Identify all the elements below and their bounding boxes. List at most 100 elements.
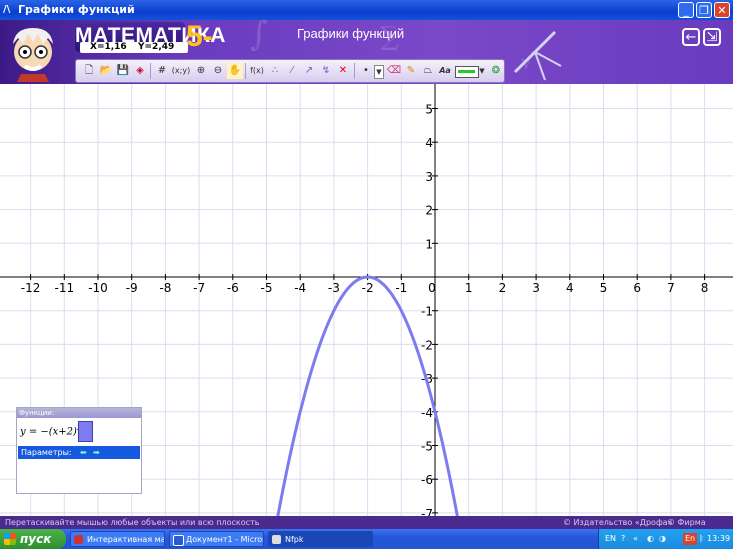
function-panel[interactable]: Функции: y = −(x+2)2 Параметры: ⬅ ➡ bbox=[16, 407, 142, 494]
y-tick-label: 3 bbox=[425, 170, 433, 184]
y-tick-label: -4 bbox=[421, 406, 433, 420]
window-title: Графики функций bbox=[18, 3, 135, 16]
x-tick-label: 6 bbox=[633, 281, 641, 295]
word-doc-icon bbox=[173, 535, 184, 546]
function-formula[interactable]: y = −(x+2)2 bbox=[20, 424, 81, 437]
point-tool-icon[interactable]: ∴ bbox=[267, 63, 283, 79]
x-tick-label: -10 bbox=[88, 281, 108, 295]
status-bar: Перетаскивайте мышью любые объекты или в… bbox=[0, 516, 733, 540]
clock: 13:39 bbox=[707, 534, 731, 543]
y-tick-label: -5 bbox=[421, 440, 433, 454]
coords-toggle[interactable]: (x;y) bbox=[171, 63, 191, 79]
status-hint: Перетаскивайте мышью любые объекты или в… bbox=[5, 518, 260, 527]
save-icon[interactable]: 💾 bbox=[115, 63, 131, 79]
line-tool-icon[interactable]: ↗ bbox=[301, 63, 317, 79]
y-tick-label: -6 bbox=[421, 473, 433, 487]
taskbar: пуск Интерактивная мат... Документ1 - Mi… bbox=[0, 529, 733, 549]
pencil-icon[interactable]: ✎ bbox=[403, 63, 419, 79]
minimize-button[interactable]: _ bbox=[678, 2, 694, 18]
y-tick-label: 2 bbox=[425, 204, 433, 218]
x-tick-label: -11 bbox=[54, 281, 74, 295]
params-label: Параметры: bbox=[21, 448, 72, 457]
fx-function-icon[interactable]: f(x) bbox=[248, 63, 266, 79]
formula-text: y = −(x+2) bbox=[20, 426, 77, 438]
x-tick-label: -7 bbox=[193, 281, 205, 295]
param-arrow-right-icon[interactable]: ➡ bbox=[93, 446, 100, 459]
x-tick-label: 4 bbox=[566, 281, 574, 295]
bluetooth-icon[interactable]: ᛒ bbox=[699, 529, 704, 549]
tray-app-icon[interactable]: ◑ bbox=[659, 529, 666, 549]
grid-icon[interactable]: # bbox=[154, 63, 170, 79]
params-row[interactable]: Параметры: ⬅ ➡ bbox=[18, 446, 140, 459]
x-tick-label: -8 bbox=[159, 281, 171, 295]
toolbar-separator bbox=[354, 63, 355, 79]
segment-tool-icon[interactable]: ⁄ bbox=[284, 63, 300, 79]
erase-icon[interactable]: ◈ bbox=[132, 63, 148, 79]
exit-button[interactable]: ⇲ bbox=[703, 28, 721, 46]
y-tick-label: 1 bbox=[425, 237, 433, 251]
taskbar-item[interactable]: Документ1 - Microso... bbox=[169, 531, 264, 547]
param-arrow-left-icon[interactable]: ⬅ bbox=[80, 446, 87, 459]
x-tick-label: 1 bbox=[465, 281, 473, 295]
language-indicator[interactable]: EN bbox=[605, 529, 616, 549]
task-label: Документ1 - Microso... bbox=[186, 535, 263, 544]
app-icon bbox=[74, 535, 83, 544]
decor-formula: ∫ bbox=[250, 20, 268, 54]
zoom-out-icon[interactable]: ⊖ bbox=[210, 63, 226, 79]
x-tick-label: -9 bbox=[126, 281, 138, 295]
toolbar-separator bbox=[245, 63, 246, 79]
zoom-in-icon[interactable]: ⊕ bbox=[193, 63, 209, 79]
window-title-bar: /\ Графики функций _ ❐ ✕ bbox=[0, 0, 733, 20]
new-file-icon[interactable]: 🗋 bbox=[81, 63, 97, 79]
publisher-copyright: © Издательство «Дрофа» bbox=[563, 518, 673, 527]
main-toolbar: 🗋 📂 💾 ◈ # (x;y) ⊕ ⊖ ✋ f(x) ∴ ⁄ ↗ ↯ ✕ • ▼… bbox=[75, 59, 505, 83]
grade-label: 5-11 bbox=[186, 20, 218, 84]
app-icon bbox=[272, 535, 281, 544]
x-tick-label: -2 bbox=[362, 281, 374, 295]
back-button[interactable]: ← bbox=[682, 28, 700, 46]
point-style-icon[interactable]: • bbox=[358, 63, 374, 79]
x-tick-label: 2 bbox=[499, 281, 507, 295]
y-tick-label: -1 bbox=[421, 305, 433, 319]
dropdown-icon[interactable]: ▼ bbox=[374, 65, 384, 79]
tray-arrow-icon[interactable]: « bbox=[633, 529, 638, 549]
x-tick-label: 0 bbox=[428, 281, 436, 295]
delete-icon[interactable]: ✕ bbox=[335, 63, 351, 79]
professor-mascot-icon bbox=[13, 28, 53, 82]
eraser-icon[interactable]: ⌫ bbox=[386, 63, 402, 79]
line-color-picker[interactable] bbox=[455, 66, 479, 78]
x-tick-label: 5 bbox=[600, 281, 608, 295]
x-tick-label: -5 bbox=[261, 281, 273, 295]
start-button[interactable]: пуск bbox=[0, 529, 66, 549]
y-coord-value: Y=2,49 bbox=[138, 42, 175, 52]
tangent-tool-icon[interactable]: ↯ bbox=[318, 63, 334, 79]
system-tray: EN ? « ◐ ◑ En ᛒ 13:39 bbox=[598, 529, 733, 549]
toolbar-separator bbox=[150, 63, 151, 79]
task-label: Интерактивная мат... bbox=[87, 535, 164, 544]
maximize-button[interactable]: ❐ bbox=[696, 2, 712, 18]
hand-pan-icon[interactable]: ✋ bbox=[227, 63, 243, 79]
function-color-swatch[interactable] bbox=[78, 421, 93, 442]
keyboard-layout-icon[interactable]: En bbox=[683, 533, 698, 545]
fill-icon[interactable]: ⏢ bbox=[420, 63, 436, 79]
taskbar-item-active[interactable]: Nfpk bbox=[268, 531, 373, 547]
x-tick-label: 8 bbox=[701, 281, 709, 295]
function-panel-header: Функции: bbox=[17, 408, 141, 418]
help-icon[interactable]: ? bbox=[621, 529, 625, 549]
start-label: пуск bbox=[20, 532, 52, 546]
color-dropdown-icon[interactable]: ▼ bbox=[478, 63, 486, 79]
task-label: Nfpk bbox=[285, 535, 304, 544]
network-icon[interactable]: ◐ bbox=[647, 529, 654, 549]
x-tick-label: -6 bbox=[227, 281, 239, 295]
text-tool-icon[interactable]: Aa bbox=[437, 63, 453, 79]
x-tick-label: -3 bbox=[328, 281, 340, 295]
y-tick-label: 4 bbox=[425, 136, 433, 150]
open-folder-icon[interactable]: 📂 bbox=[98, 63, 114, 79]
app-icon: /\ bbox=[3, 4, 11, 15]
x-coord-value: X=1,16 bbox=[90, 42, 127, 52]
close-button[interactable]: ✕ bbox=[714, 2, 730, 18]
settings-icon[interactable]: ❂ bbox=[488, 63, 504, 79]
x-tick-label: -1 bbox=[395, 281, 407, 295]
x-tick-label: -4 bbox=[294, 281, 306, 295]
taskbar-item[interactable]: Интерактивная мат... bbox=[70, 531, 165, 547]
